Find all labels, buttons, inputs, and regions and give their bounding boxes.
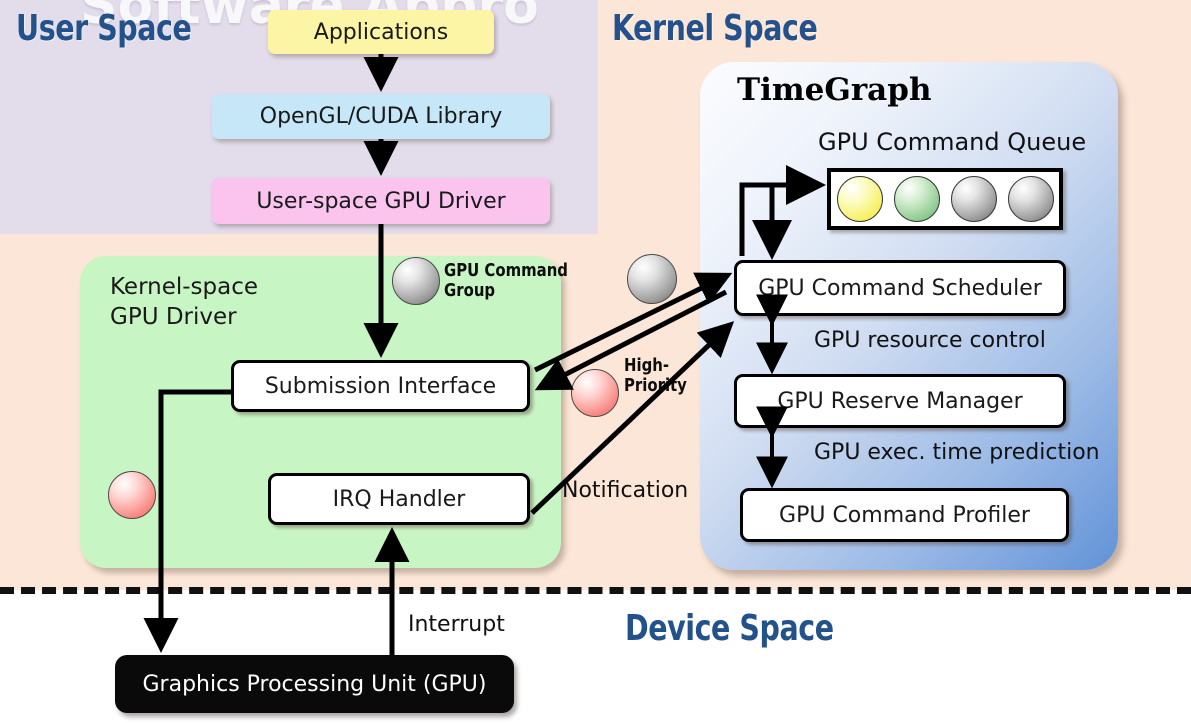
- section-title-user-space: User Space: [16, 8, 192, 49]
- legend-label-line-1: High-: [624, 355, 670, 376]
- legend-label-line-1: GPU Command: [444, 260, 568, 281]
- legend-dot-gpu-command-group: [627, 254, 677, 304]
- node-submission-interface[interactable]: Submission Interface: [231, 360, 530, 412]
- legend-dot-high-priority: [108, 471, 156, 519]
- legend-label-high-priority: High- Priority: [624, 355, 707, 397]
- queue-command-dot[interactable]: [1007, 176, 1054, 222]
- node-opengl-cuda-library[interactable]: OpenGL/CUDA Library: [212, 94, 550, 139]
- queue-command-dot[interactable]: [893, 176, 940, 222]
- gpu-command-queue-label: GPU Command Queue: [818, 128, 1087, 156]
- node-gpu-command-scheduler[interactable]: GPU Command Scheduler: [734, 260, 1066, 316]
- panel-kernel-space-gpu-driver-label: Kernel-space GPU Driver: [110, 272, 350, 333]
- panel-timegraph-title: TimeGraph: [737, 72, 932, 108]
- section-title-device-space: Device Space: [625, 608, 834, 649]
- queue-command-dot[interactable]: [836, 176, 883, 222]
- node-user-space-gpu-driver[interactable]: User-space GPU Driver: [212, 178, 550, 224]
- legend-dot-gpu-command-group: [392, 257, 440, 305]
- queue-command-dot[interactable]: [950, 176, 997, 222]
- panel-label-line-1: Kernel-space: [110, 274, 259, 300]
- diagram-canvas: Software Appro User Space Kernel Space D…: [0, 0, 1191, 723]
- legend-label-line-2: Priority: [624, 375, 687, 397]
- panel-label-line-2: GPU Driver: [110, 304, 237, 331]
- node-graphics-processing-unit[interactable]: Graphics Processing Unit (GPU): [115, 655, 514, 713]
- device-boundary-dashed-line: [0, 587, 1191, 594]
- legend-label-line-2: Group: [444, 280, 496, 302]
- node-applications[interactable]: Applications: [268, 10, 494, 54]
- node-gpu-reserve-manager[interactable]: GPU Reserve Manager: [734, 374, 1066, 428]
- edge-label-interrupt: Interrupt: [408, 612, 505, 637]
- section-title-kernel-space: Kernel Space: [612, 8, 818, 49]
- edge-label-gpu-exec-time-prediction: GPU exec. time prediction: [814, 440, 1100, 465]
- legend-dot-high-priority: [571, 369, 619, 417]
- node-gpu-command-profiler[interactable]: GPU Command Profiler: [740, 488, 1069, 542]
- node-irq-handler[interactable]: IRQ Handler: [268, 473, 530, 525]
- edge-label-notification: Notification: [562, 478, 689, 503]
- legend-label-gpu-command-group: GPU Command Group: [444, 260, 600, 302]
- edge-label-gpu-resource-control: GPU resource control: [814, 328, 1046, 353]
- gpu-command-queue: [827, 168, 1063, 230]
